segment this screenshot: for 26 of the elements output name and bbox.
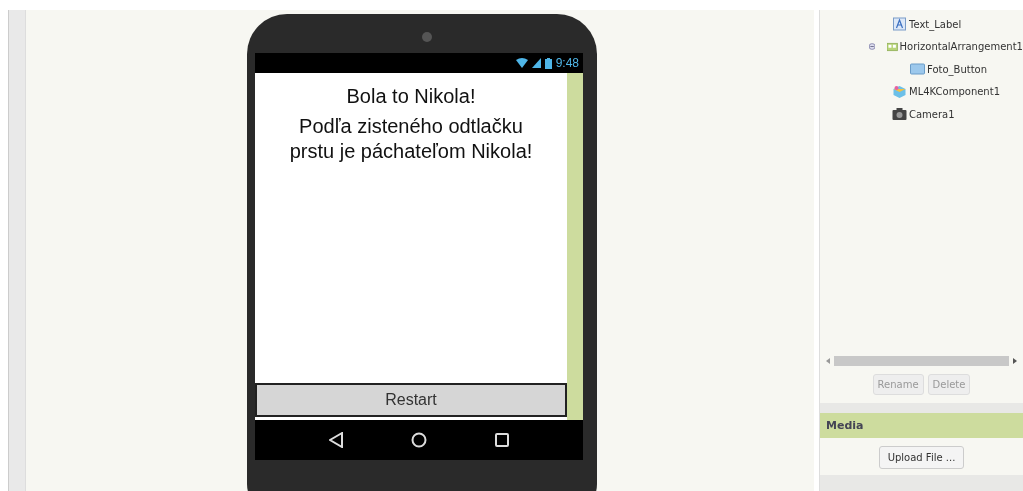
home-icon[interactable]	[411, 432, 427, 448]
recents-icon[interactable]	[495, 433, 509, 447]
status-time: 9:48	[555, 56, 579, 70]
screen-label: Bola to Nikola!	[346, 85, 476, 108]
label-icon	[892, 17, 907, 32]
camera-icon	[892, 107, 907, 122]
signal-icon	[531, 58, 541, 68]
horizontal-scrollbar[interactable]	[834, 356, 1009, 366]
media-header: Media	[820, 413, 1023, 438]
scroll-left-icon[interactable]	[826, 358, 830, 364]
tree-item[interactable]: Text_Label	[909, 18, 962, 30]
tree-item[interactable]: Foto_Button	[927, 63, 988, 75]
collapse-icon[interactable]	[869, 42, 876, 52]
tree-item[interactable]: Camera1	[909, 108, 955, 120]
scroll-right-icon[interactable]	[1013, 358, 1017, 364]
restart-button[interactable]: Restart	[255, 383, 567, 417]
back-icon[interactable]	[329, 432, 343, 448]
cube-icon	[892, 84, 907, 99]
tree-item[interactable]: ML4KComponent1	[909, 86, 1000, 98]
screen-label: Podľa zisteného odtlačku prstu je páchateľom Nikola!	[288, 114, 534, 164]
battery-icon	[544, 57, 552, 69]
wifi-icon	[515, 58, 528, 68]
image-icon	[910, 62, 925, 77]
upload-file-button[interactable]: Upload File ...	[878, 446, 965, 469]
tree-item[interactable]: HorizontalArrangement1	[899, 41, 1023, 53]
camera-icon	[422, 32, 432, 42]
